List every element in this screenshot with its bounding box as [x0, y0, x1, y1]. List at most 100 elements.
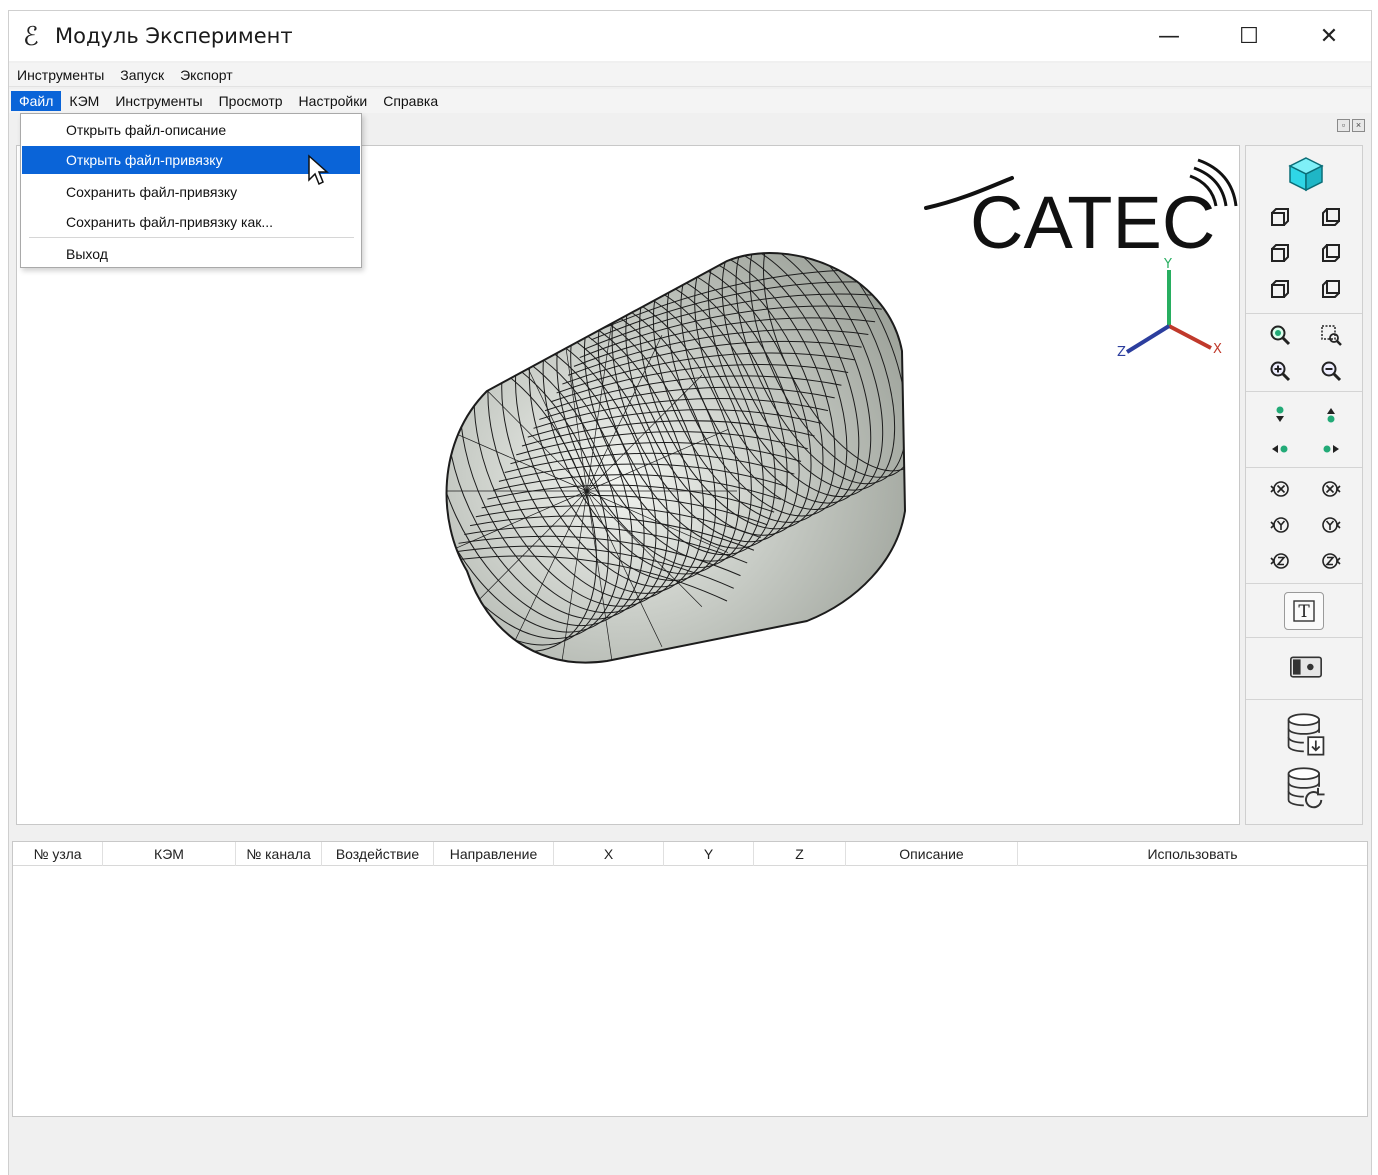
back-view-button[interactable] [1314, 202, 1348, 232]
table-header: № узла КЭМ № канала Воздействие Направле… [13, 842, 1367, 866]
menu-help[interactable]: Справка [375, 91, 446, 111]
toolbar-group-pan [1246, 392, 1362, 468]
col-y[interactable]: Y [664, 842, 754, 866]
col-x[interactable]: X [554, 842, 664, 866]
front-view-button[interactable] [1263, 202, 1297, 232]
maximize-button[interactable]: ☐ [1219, 19, 1279, 53]
iso-cube-icon [1288, 157, 1324, 192]
main-menubar: Файл КЭМ Инструменты Просмотр Настройки … [9, 89, 1371, 113]
top-view-icon [1271, 280, 1289, 298]
menu-item-save-binding-as[interactable]: Сохранить файл-привязку как... [22, 208, 360, 236]
pan-up-button[interactable] [1314, 400, 1348, 430]
x-axis-label: X [1213, 342, 1222, 357]
rotate-y-pos-button[interactable] [1314, 510, 1348, 540]
menu-tools[interactable]: Инструменты [107, 91, 210, 111]
text-label-button[interactable]: T [1284, 592, 1324, 630]
z-axis-label: Z [1117, 345, 1126, 360]
rotate-z-pos-button[interactable] [1314, 546, 1348, 576]
zoom-fit-button[interactable] [1263, 320, 1297, 350]
database-refresh-button[interactable] [1282, 764, 1330, 814]
menu-item-exit[interactable]: Выход [22, 240, 360, 268]
menu-file[interactable]: Файл [11, 91, 62, 111]
dock-close-icon[interactable]: × [1352, 119, 1365, 132]
text-icon-glyph: T [1298, 602, 1310, 622]
catec-logo: CATEC [924, 158, 1238, 256]
toolbar-group-snapshot [1246, 638, 1362, 700]
col-use[interactable]: Использовать [1018, 842, 1367, 866]
menu-view[interactable]: Просмотр [211, 91, 291, 111]
camera-icon [1290, 656, 1322, 678]
right-view-button[interactable] [1314, 238, 1348, 268]
title-bar: ℰ Модуль Эксперимент — ☐ ✕ [9, 11, 1371, 61]
col-kem[interactable]: КЭМ [103, 842, 236, 866]
top-menubar: Инструменты Запуск Экспорт [9, 63, 1371, 87]
toolbar-group-database [1246, 700, 1362, 826]
zoom-in-button[interactable] [1263, 356, 1297, 386]
rotate-x-neg-icon [1270, 481, 1289, 497]
nodes-table[interactable]: № узла КЭМ № канала Воздействие Направле… [12, 841, 1368, 1117]
rotate-z-pos-icon [1322, 553, 1341, 569]
zoom-fit-icon [1270, 325, 1291, 346]
pan-down-icon [1276, 406, 1284, 422]
toolbar-group-orientation [1246, 146, 1362, 314]
col-z[interactable]: Z [754, 842, 846, 866]
front-view-icon [1271, 208, 1289, 226]
mouse-cursor-icon [308, 154, 329, 186]
app-logo-icon: ℰ [23, 22, 39, 52]
right-view-icon [1322, 244, 1340, 262]
view-toolbar: T [1245, 145, 1363, 825]
rotate-y-pos-icon [1322, 517, 1341, 533]
pan-right-button[interactable] [1314, 434, 1348, 464]
rotate-y-neg-icon [1270, 517, 1289, 533]
menu-kem[interactable]: КЭМ [61, 91, 107, 111]
file-menu-dropdown: Открыть файл-описание Открыть файл-привя… [20, 113, 362, 268]
left-view-button[interactable] [1263, 238, 1297, 268]
toolbar-group-rotate [1246, 468, 1362, 584]
x-axis-line [1168, 324, 1212, 350]
dock-float-icon[interactable]: ▫ [1337, 119, 1350, 132]
col-node-no[interactable]: № узла [13, 842, 103, 866]
col-direction[interactable]: Направление [434, 842, 554, 866]
axis-triad: Y X Z [1117, 257, 1222, 360]
menu-run[interactable]: Запуск [112, 65, 172, 85]
text-label-icon: T [1293, 600, 1315, 622]
menu-item-open-description[interactable]: Открыть файл-описание [22, 116, 360, 144]
rotate-x-neg-button[interactable] [1263, 474, 1297, 504]
menu-export[interactable]: Экспорт [172, 65, 241, 85]
window-title: Модуль Эксперимент [55, 24, 293, 48]
rotate-y-neg-button[interactable] [1263, 510, 1297, 540]
top-view-button[interactable] [1263, 274, 1297, 304]
zoom-window-button[interactable] [1314, 320, 1348, 350]
rotate-z-neg-icon [1270, 553, 1289, 569]
pan-down-button[interactable] [1263, 400, 1297, 430]
rotate-z-neg-button[interactable] [1263, 546, 1297, 576]
pan-up-icon [1327, 408, 1335, 423]
toolbar-group-text: T [1246, 584, 1362, 638]
iso-cube-button[interactable] [1286, 154, 1326, 194]
pan-right-icon [1323, 445, 1339, 453]
close-button[interactable]: ✕ [1299, 19, 1359, 53]
database-refresh-icon [1287, 767, 1325, 809]
zoom-out-button[interactable] [1314, 356, 1348, 386]
col-description[interactable]: Описание [846, 842, 1018, 866]
minimize-button[interactable]: — [1139, 19, 1199, 53]
fe-mesh-model[interactable] [427, 241, 907, 681]
pan-left-button[interactable] [1263, 434, 1297, 464]
bottom-view-icon [1322, 280, 1340, 298]
col-channel-no[interactable]: № канала [236, 842, 322, 866]
menu-tools-top[interactable]: Инструменты [9, 65, 112, 85]
snapshot-button[interactable] [1286, 652, 1326, 682]
toolbar-group-zoom [1246, 314, 1362, 392]
bottom-view-button[interactable] [1314, 274, 1348, 304]
zoom-window-icon [1321, 325, 1342, 346]
rotate-x-pos-icon [1322, 481, 1341, 497]
menu-separator [29, 237, 354, 238]
rotate-x-pos-button[interactable] [1314, 474, 1348, 504]
status-bar [9, 1121, 1371, 1175]
col-impact[interactable]: Воздействие [322, 842, 434, 866]
database-import-button[interactable] [1282, 710, 1330, 760]
menu-settings[interactable]: Настройки [291, 91, 376, 111]
logo-text: CATEC [970, 181, 1215, 256]
back-view-icon [1322, 208, 1340, 226]
pan-left-icon [1272, 445, 1288, 453]
